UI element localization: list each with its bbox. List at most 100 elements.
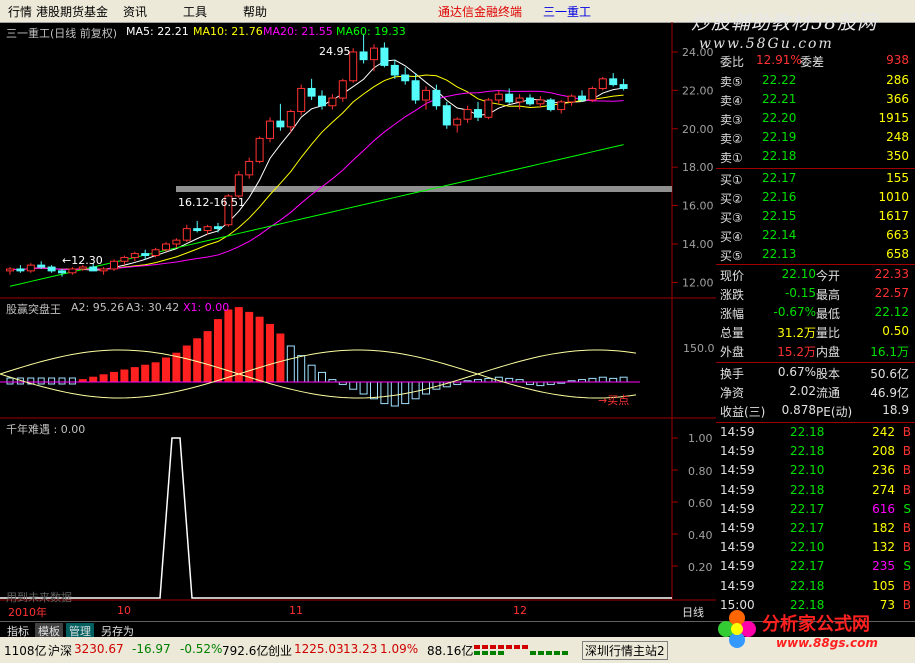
candle-body <box>349 51 358 82</box>
candle-body <box>193 228 202 232</box>
quote-cell: 今开 <box>816 269 841 283</box>
quote-cell: 658 <box>886 247 909 261</box>
menu-item-hk-futures[interactable]: 港股期货基金 <box>36 3 108 20</box>
candle-body <box>432 89 441 107</box>
candle-body <box>78 266 87 270</box>
quote-cell: 1617 <box>878 209 909 223</box>
menu-item-quote[interactable]: 行情 <box>8 3 32 20</box>
candle-body <box>151 249 160 257</box>
candle-body <box>578 95 586 101</box>
quote-cell: 14:59 <box>720 521 755 535</box>
banner-url: www.58Gu.com <box>699 36 834 52</box>
sh-index-pct: -0.52% <box>180 642 223 656</box>
indicator-bar <box>182 345 191 383</box>
candle-body <box>422 89 430 101</box>
candle-body <box>411 80 420 101</box>
quote-cell: 242 <box>872 425 895 439</box>
quote-cell: 买④ <box>720 230 743 244</box>
quote-cell: 22.10 <box>790 463 825 478</box>
indicator-bar <box>58 377 66 385</box>
candle-body <box>505 93 514 103</box>
candle-body <box>120 256 129 262</box>
tick-trade-row: 14:59 22.18 208 B <box>716 443 915 461</box>
time-label-nov: 11 <box>289 604 303 617</box>
quote-cell: 1010 <box>878 190 909 204</box>
candle-body <box>286 110 295 128</box>
ind2-tick-02: 0.20 <box>688 561 713 574</box>
candle-body <box>276 120 285 128</box>
sh-index-change: -16.97 <box>132 642 171 656</box>
indicator2-title: 千年难遇 : 0.00 <box>6 423 86 436</box>
total-volume: 1108亿 <box>4 644 47 658</box>
candle-body <box>526 97 534 105</box>
quote-cell: 量比 <box>816 326 841 340</box>
candle-body <box>162 243 170 251</box>
quote-cell: 22.10 <box>781 267 816 281</box>
quote-cell: 内盘 <box>816 345 841 359</box>
quote-cell: 235 <box>872 559 895 574</box>
price-tick-label: 12.00 <box>682 276 714 289</box>
price-tick-label: 22.00 <box>682 84 714 97</box>
quote-cell: 14:59 <box>720 482 755 497</box>
candle-body <box>182 228 191 241</box>
indicator-bar <box>276 333 285 383</box>
quote-cell: 248 <box>886 130 909 144</box>
candle-body <box>297 87 306 112</box>
indicator-bar <box>130 367 139 383</box>
indicator-bar <box>609 377 618 383</box>
buy-level-row: 买③ 22.15 1617 <box>716 208 915 226</box>
tick-trade-row: 14:59 22.18 274 B <box>716 482 915 500</box>
menu-item-news[interactable]: 资讯 <box>123 3 147 20</box>
quote-cell: 买① <box>720 173 743 187</box>
kline-title: 三一重工(日线 前复权) <box>6 27 118 40</box>
quote-cell: 18.9 <box>882 403 909 417</box>
candle-body <box>380 47 389 66</box>
indicator-bar <box>286 345 295 383</box>
server-label[interactable]: 深圳行情主站2 <box>582 641 668 660</box>
quote-cell: 最低 <box>816 307 841 321</box>
quote-cell: 0.50 <box>882 324 909 338</box>
quote-panel: 委比 12.91% 委差 938 卖⑤ 22.22 286 卖④ 22.21 366 卖③ 22.20… <box>716 53 915 621</box>
quote-cell: B <box>902 425 911 439</box>
indicator-bar <box>172 352 181 383</box>
quote-cell: 132 <box>872 540 895 555</box>
tick-trade-row: 14:59 22.10 236 B <box>716 462 915 480</box>
indicator-bar <box>370 381 378 400</box>
indicator-bar <box>48 377 56 385</box>
candle-body <box>266 120 274 139</box>
menu-item-help[interactable]: 帮助 <box>243 3 267 20</box>
menu-item-tools[interactable]: 工具 <box>183 3 207 20</box>
candle-body <box>494 93 503 101</box>
quote-cell: 22.19 <box>762 130 797 144</box>
indicator-bar <box>536 381 545 387</box>
candle-body <box>515 97 524 103</box>
quote-cell: 22.18 <box>762 149 797 163</box>
candle-body <box>442 105 451 126</box>
buy-level-row: 买④ 22.14 663 <box>716 227 915 245</box>
candle-body <box>619 84 628 89</box>
candle-body <box>370 47 378 61</box>
site-logo: 分析家公式网 www.88gs.com <box>714 604 914 662</box>
quote-divider <box>716 264 915 265</box>
fundamental-row: 净资 2.02 流通 46.9亿 <box>716 383 915 401</box>
quote-cell: 274 <box>872 482 895 497</box>
indicator-bar <box>598 376 607 383</box>
quote-cell: B <box>902 444 911 459</box>
watermark-banner: 炒股輔助教材58股网 www.58Gu.com <box>683 0 915 58</box>
low-annotation: ←12.30 <box>62 254 103 267</box>
indicator1-panel <box>0 307 640 407</box>
quote-cell: 买② <box>720 192 743 206</box>
quote-cell: 22.17 <box>790 559 825 574</box>
candle-body <box>37 264 46 268</box>
buy-level-row: 买⑤ 22.13 658 <box>716 246 915 264</box>
kline-chart[interactable]: 24.00 22.00 20.00 18.00 16.00 14.00 12.00 <box>0 22 716 621</box>
fundamental-row: 收益(三) 0.878 PE(动) 18.9 <box>716 402 915 420</box>
candle-body <box>68 268 77 274</box>
quote-cell: 22.18 <box>790 578 825 593</box>
indicator-bar <box>380 381 389 405</box>
candle-body <box>401 74 410 82</box>
period-label[interactable]: 日线 <box>682 604 704 620</box>
candle-body <box>307 87 316 97</box>
indicator-bar <box>349 381 358 390</box>
time-label-2010: 2010年 <box>8 606 47 619</box>
